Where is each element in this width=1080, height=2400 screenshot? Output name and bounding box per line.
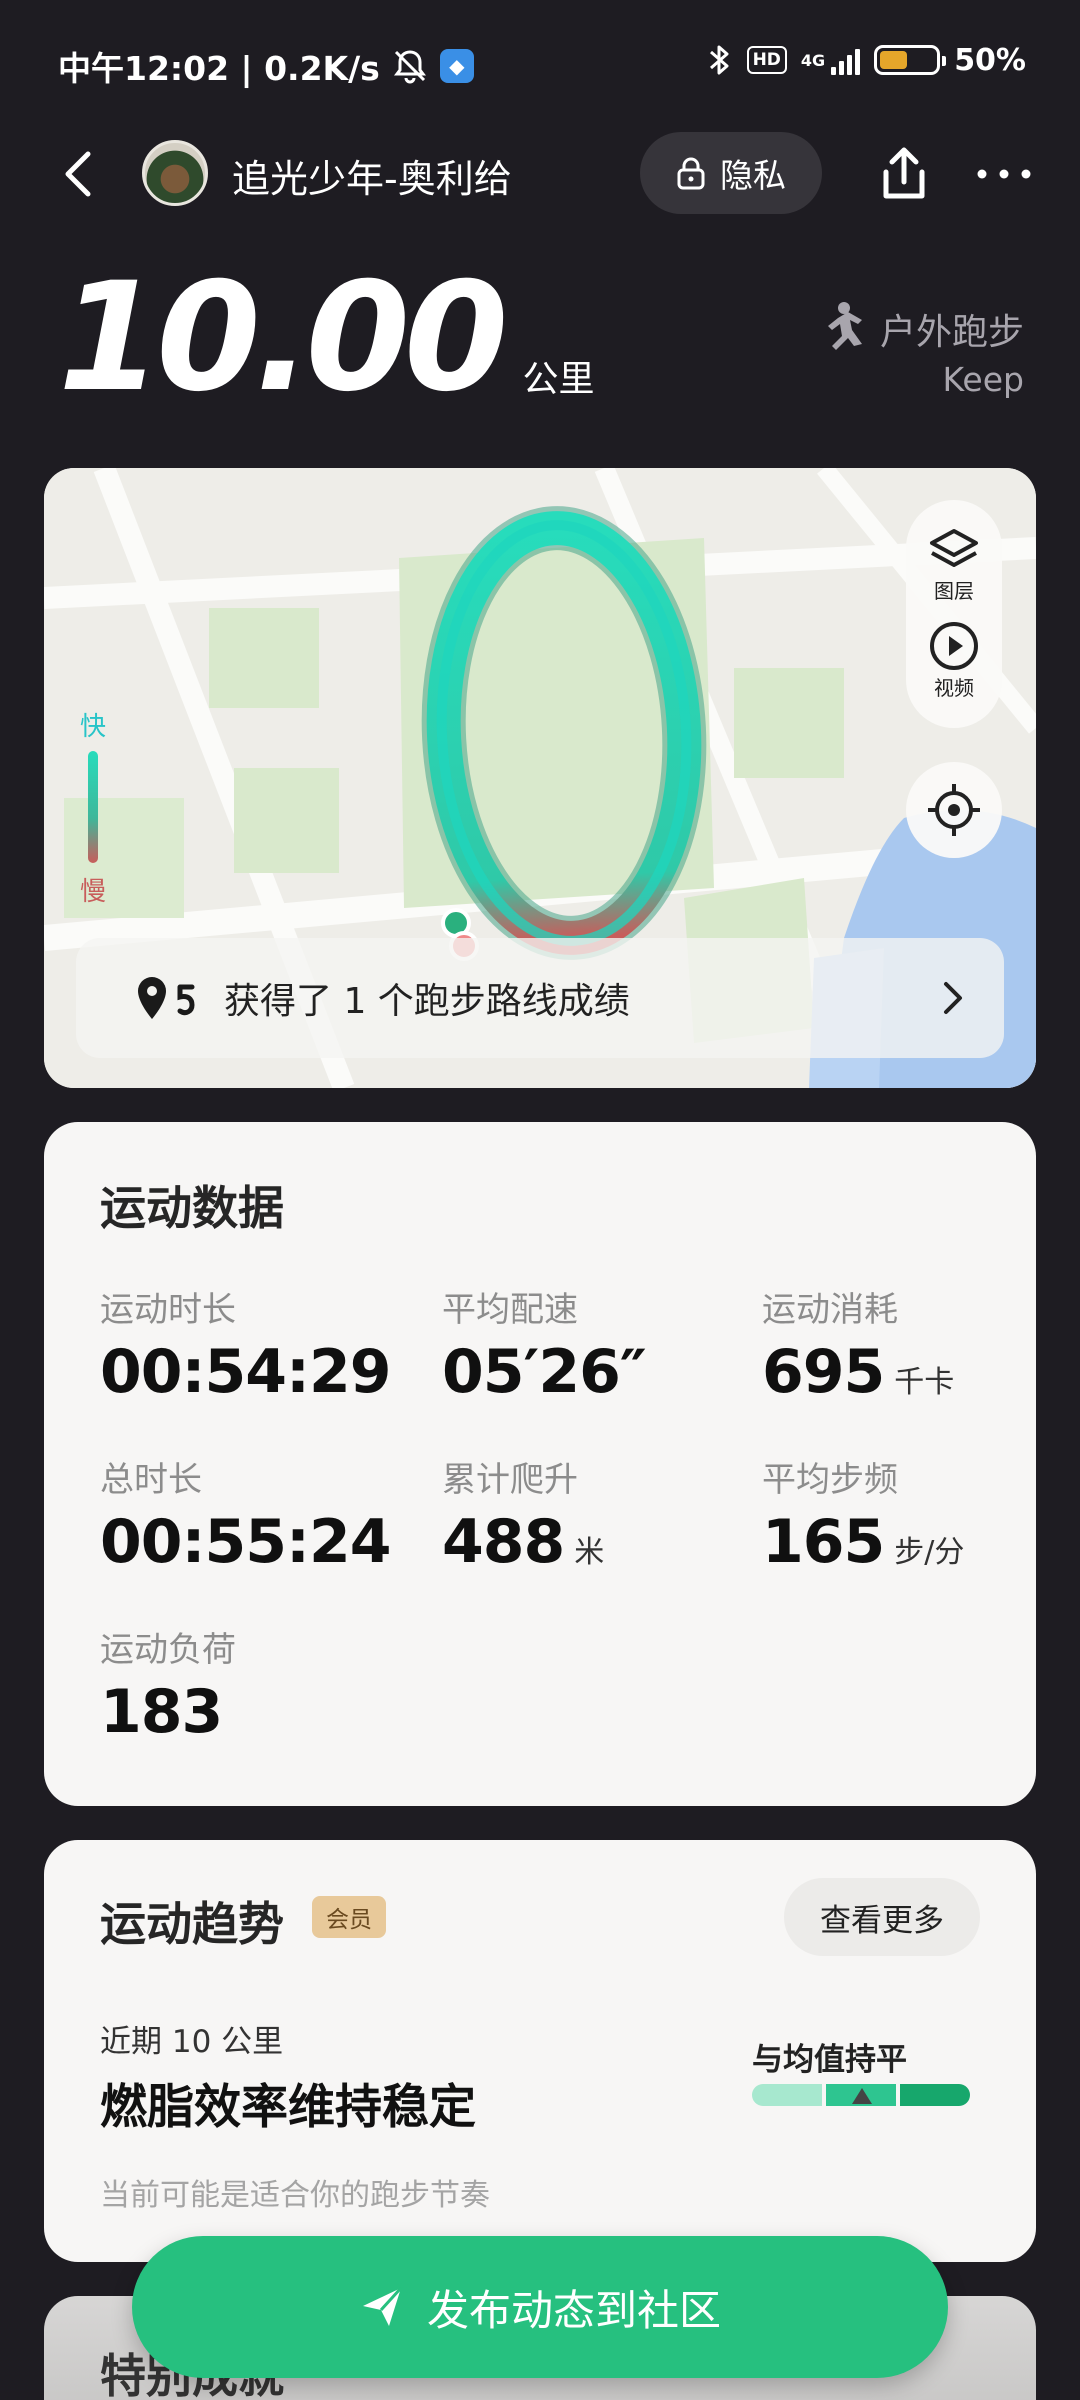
sport-type-label: 户外跑步 [879, 312, 1024, 353]
video-label: 视频 [934, 676, 974, 700]
stat-label: 累计爬升 [442, 1460, 578, 1500]
layers-button[interactable]: 图层 [928, 527, 980, 604]
privacy-button[interactable]: 隐私 [640, 132, 822, 214]
avatar[interactable] [142, 140, 208, 206]
stat-avg-pace: 平均配速 05′26″ [442, 1282, 647, 1407]
status-left: 中午12:02 | 0.2K/s ◆ [58, 42, 474, 90]
status-time-speed: 中午12:02 | 0.2K/s [58, 49, 380, 88]
status-right: HD 4G 50% [707, 42, 1026, 78]
recent-distance-label: 近期 10 公里 [100, 2024, 284, 2060]
distance-value: 10.00 [58, 251, 508, 425]
trend-headline: 燃脂效率维持稳定 [100, 2080, 476, 2135]
view-more-button[interactable]: 查看更多 [784, 1878, 980, 1956]
trend-subtext: 当前可能是适合你的跑步节奏 [100, 2178, 490, 2213]
share-icon [883, 147, 925, 199]
avg-comparison-bar [752, 2084, 970, 2106]
workout-data-card: 运动数据 运动时长 00:54:29 平均配速 05′26″ 运动消耗 695 千… [44, 1122, 1036, 1806]
bluetooth-icon [709, 45, 729, 75]
battery-level [880, 51, 908, 69]
crosshair-icon [928, 784, 980, 836]
stat-training-load: 运动负荷 183 [100, 1622, 236, 1747]
legend-slow: 慢 [79, 877, 106, 907]
bar-segment-mid [826, 2084, 896, 2106]
bar-segment-low [752, 2084, 822, 2106]
avg-comparison-label: 与均值持平 [752, 2042, 907, 2078]
route-achievement-banner[interactable]: 获得了 1 个跑步路线成绩 [76, 938, 1004, 1058]
more-button[interactable] [972, 142, 1036, 206]
status-bar: 中午12:02 | 0.2K/s ◆ HD 4G 50% [0, 0, 1080, 126]
layers-icon [930, 529, 978, 567]
battery-icon [874, 45, 947, 75]
avg-marker-icon [852, 2088, 872, 2104]
trend-title: 运动趋势 [100, 1897, 284, 1951]
pace-legend: 快 慢 [78, 706, 108, 908]
bar-segment-high [900, 2084, 970, 2106]
hd-badge: HD [746, 46, 787, 74]
stat-value: 05′26″ [442, 1337, 647, 1407]
play-icon [930, 622, 978, 670]
achievement-text: 获得了 1 个跑步路线成绩 [224, 981, 630, 1022]
stat-value: 165 步/分 [762, 1507, 965, 1577]
privacy-label: 隐私 [720, 156, 786, 195]
workout-trend-card[interactable]: 运动趋势 会员 查看更多 近期 10 公里 燃脂效率维持稳定 当前可能是适合你的… [44, 1840, 1036, 2262]
stat-unit: 米 [574, 1535, 605, 1570]
stat-value: 00:54:29 [100, 1337, 391, 1407]
back-button[interactable] [50, 144, 110, 204]
workout-data-title: 运动数据 [100, 1181, 284, 1235]
stat-value: 183 [100, 1677, 223, 1747]
vip-badge: 会员 [312, 1896, 386, 1938]
share-button[interactable] [872, 142, 936, 206]
stat-elevation-gain: 累计爬升 488 米 [442, 1452, 604, 1577]
stat-value: 488 米 [442, 1507, 605, 1577]
sport-source: Keep [942, 360, 1024, 399]
locate-button[interactable] [906, 762, 1002, 858]
legend-fast: 快 [79, 712, 106, 742]
map-tools: 图层 视频 [906, 500, 1002, 728]
stat-unit: 步/分 [894, 1535, 965, 1570]
stat-label: 运动消耗 [762, 1290, 898, 1330]
stat-cadence: 平均步频 165 步/分 [762, 1452, 964, 1577]
app-notification-icon: ◆ [439, 49, 474, 83]
lock-icon [677, 157, 705, 190]
stat-unit: 千卡 [894, 1365, 955, 1400]
username[interactable]: 追光少年-奥利给 [232, 148, 512, 203]
stat-value: 695 千卡 [762, 1337, 955, 1407]
stat-label: 运动时长 [100, 1290, 236, 1330]
route-pin-icon [138, 977, 195, 1019]
distance-unit: 公里 [522, 359, 595, 400]
running-person-icon [827, 302, 862, 350]
more-dots-icon [977, 169, 1031, 179]
battery-percent: 50% [954, 42, 1026, 78]
top-bar: 追光少年-奥利给 隐私 [0, 126, 1080, 222]
stat-label: 运动负荷 [100, 1630, 236, 1670]
stat-label: 平均配速 [442, 1290, 578, 1330]
stat-label: 总时长 [100, 1460, 202, 1500]
publish-to-community-button[interactable]: 发布动态到社区 [132, 2236, 948, 2378]
network-type: 4G [800, 50, 826, 70]
stat-value: 00:55:24 [100, 1507, 391, 1577]
stat-label: 平均步频 [762, 1460, 898, 1500]
sport-type: 户外跑步 [812, 300, 1024, 358]
layers-label: 图层 [934, 579, 974, 603]
send-icon [362, 2286, 403, 2326]
stat-duration: 运动时长 00:54:29 [100, 1282, 391, 1407]
stat-calories: 运动消耗 695 千卡 [762, 1282, 954, 1407]
chevron-left-icon [65, 151, 91, 197]
publish-label: 发布动态到社区 [426, 2285, 721, 2335]
distance-summary: 10.00 公里 [58, 251, 595, 425]
mute-bell-icon [393, 50, 426, 84]
stat-total-duration: 总时长 00:55:24 [100, 1452, 391, 1577]
signal-icon [831, 45, 861, 75]
video-button[interactable]: 视频 [928, 620, 980, 701]
chevron-right-icon [944, 982, 962, 1014]
pace-gradient-bar [88, 751, 98, 863]
